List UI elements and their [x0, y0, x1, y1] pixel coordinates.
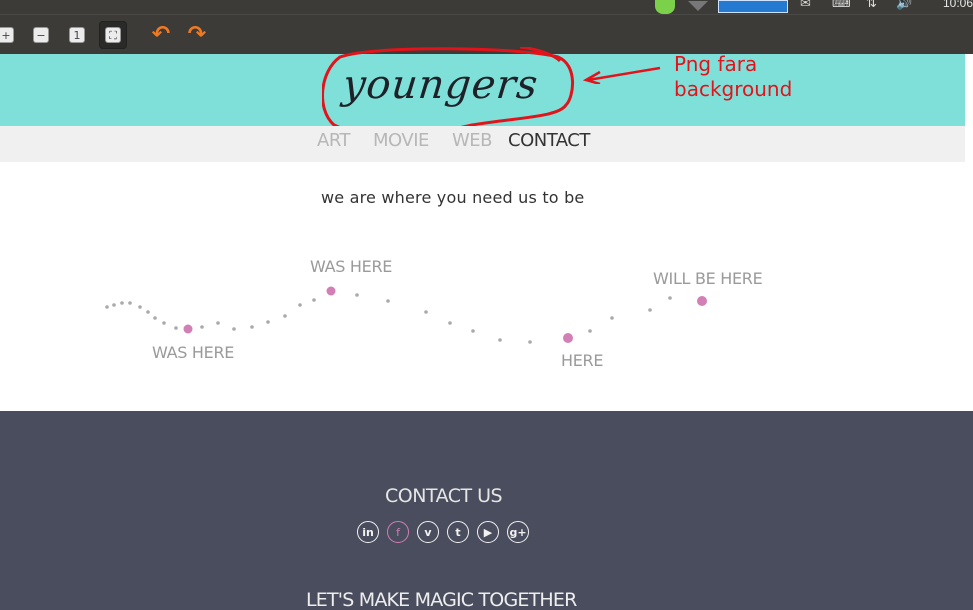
rotate-right-button[interactable]: ↷ — [183, 21, 211, 49]
network-icon[interactable]: ⇅ — [866, 0, 877, 11]
annotation-line-1: Png fara — [674, 52, 758, 76]
mail-icon[interactable]: ✉ — [800, 0, 811, 11]
nav-item-art[interactable]: ART — [317, 130, 351, 151]
fit-window-button[interactable]: ⛶ — [99, 21, 127, 49]
original-size-icon: 1 — [69, 27, 85, 43]
google-plus-icon[interactable]: g+ — [507, 521, 529, 543]
label-will-be-here: WILL BE HERE — [653, 269, 763, 288]
site-footer: CONTACT US in f v t ▶ g+ LET'S MAKE MAGI… — [0, 411, 973, 610]
rotate-left-icon: ↶ — [151, 22, 171, 47]
main-navigation: ART MOVIE WEB CONTACT — [0, 126, 965, 162]
linkedin-icon[interactable]: in — [357, 521, 379, 543]
rotate-right-icon: ↷ — [187, 22, 207, 47]
annotation-arrow — [582, 66, 661, 84]
tagline: we are where you need us to be — [321, 188, 585, 207]
original-size-button[interactable]: 1 — [63, 21, 91, 49]
contact-title: CONTACT US — [385, 485, 503, 507]
vimeo-icon[interactable]: v — [417, 521, 439, 543]
milestone-dot-4 — [697, 296, 707, 306]
nav-item-contact[interactable]: CONTACT — [508, 130, 590, 151]
system-top-bar: ✉ ⌨ ⇅ 🔊 10:06 — [0, 0, 973, 14]
keyboard-layout-indicator[interactable] — [718, 0, 788, 13]
annotation-line-2: background — [674, 77, 793, 101]
fit-window-icon: ⛶ — [105, 27, 121, 43]
zoom-in-button[interactable]: + — [0, 21, 20, 49]
timeline-trail — [105, 293, 672, 344]
nav-item-web[interactable]: WEB — [452, 130, 493, 151]
annotation-note: Png fara background — [674, 52, 792, 102]
messenger-icon[interactable] — [655, 0, 675, 14]
rotate-left-button[interactable]: ↶ — [147, 21, 175, 49]
zoom-in-icon: + — [0, 27, 14, 43]
keyboard-icon[interactable]: ⌨ — [832, 0, 851, 11]
label-here: HERE — [561, 351, 604, 370]
timeline-dots — [105, 286, 707, 344]
nav-item-movie[interactable]: MOVIE — [373, 130, 429, 151]
label-was-here-1: WAS HERE — [152, 343, 235, 362]
milestone-dot-1 — [183, 324, 193, 334]
right-edge-strip — [965, 54, 973, 411]
zoom-out-icon: − — [33, 27, 49, 43]
footer-slogan: LET'S MAKE MAGIC TOGETHER — [306, 589, 577, 610]
milestone-dot-3 — [563, 333, 573, 343]
volume-icon[interactable]: 🔊 — [896, 0, 912, 11]
zoom-out-button[interactable]: − — [27, 21, 55, 49]
tumblr-icon[interactable]: t — [447, 521, 469, 543]
youtube-icon[interactable]: ▶ — [477, 521, 499, 543]
clock[interactable]: 10:06 — [943, 0, 973, 10]
timeline-milestones — [183, 286, 707, 343]
milestone-dot-2 — [326, 286, 336, 296]
label-was-here-2: WAS HERE — [310, 257, 393, 276]
dropbox-icon[interactable] — [688, 1, 708, 11]
facebook-icon[interactable]: f — [387, 521, 409, 543]
